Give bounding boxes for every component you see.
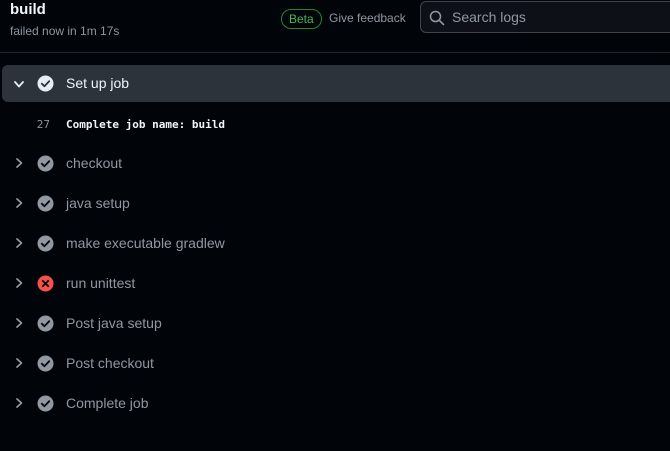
- chevron-right-icon[interactable]: [12, 316, 26, 330]
- search-icon: [429, 10, 445, 26]
- step-label: Post checkout: [66, 355, 154, 371]
- step-label: make executable gradlew: [66, 235, 225, 251]
- chevron-right-icon[interactable]: [12, 276, 26, 290]
- step-complete-job[interactable]: Complete job: [0, 384, 670, 424]
- log-line-number[interactable]: 27: [0, 118, 50, 132]
- x-circle-icon: [37, 275, 54, 292]
- check-circle-icon: [37, 155, 54, 172]
- check-circle-icon: [37, 315, 54, 332]
- beta-badge: Beta: [281, 9, 322, 29]
- step-label: run unittest: [66, 275, 136, 291]
- log-line: 27 Complete job name: build: [0, 106, 670, 144]
- header-divider: [0, 52, 670, 53]
- chevron-right-icon[interactable]: [12, 156, 26, 170]
- step-java-setup[interactable]: java setup: [0, 184, 670, 224]
- job-header: build failed now in 1m 17s Beta Give fee…: [0, 0, 670, 52]
- step-post-java-setup[interactable]: Post java setup: [0, 304, 670, 344]
- step-post-checkout[interactable]: Post checkout: [0, 344, 670, 384]
- search-logs-input[interactable]: [452, 6, 670, 28]
- step-label: checkout: [66, 155, 123, 171]
- search-logs-box[interactable]: [420, 1, 670, 33]
- step-list: Set up job 27 Complete job name: build c…: [0, 65, 670, 424]
- check-circle-icon: [37, 355, 54, 372]
- step-label: Post java setup: [66, 315, 162, 331]
- step-label: java setup: [66, 195, 130, 211]
- chevron-down-icon[interactable]: [12, 77, 26, 91]
- check-circle-icon: [37, 395, 54, 412]
- step-checkout[interactable]: checkout: [0, 144, 670, 184]
- step-label: Complete job: [66, 395, 149, 411]
- chevron-right-icon[interactable]: [12, 396, 26, 410]
- chevron-right-icon[interactable]: [12, 356, 26, 370]
- chevron-right-icon[interactable]: [12, 236, 26, 250]
- check-circle-icon: [37, 75, 54, 92]
- check-circle-icon: [37, 235, 54, 252]
- log-line-text: Complete job name: build: [66, 118, 225, 131]
- step-make-executable-gradlew[interactable]: make executable gradlew: [0, 224, 670, 264]
- give-feedback-link[interactable]: Give feedback: [329, 11, 406, 26]
- check-circle-icon: [37, 195, 54, 212]
- chevron-right-icon[interactable]: [12, 196, 26, 210]
- step-run-unittest[interactable]: run unittest: [0, 264, 670, 304]
- job-status-text: failed now in 1m 17s: [10, 24, 120, 38]
- job-title: build: [10, 1, 46, 18]
- step-label: Set up job: [66, 75, 130, 91]
- step-set-up-job[interactable]: Set up job: [2, 65, 670, 102]
